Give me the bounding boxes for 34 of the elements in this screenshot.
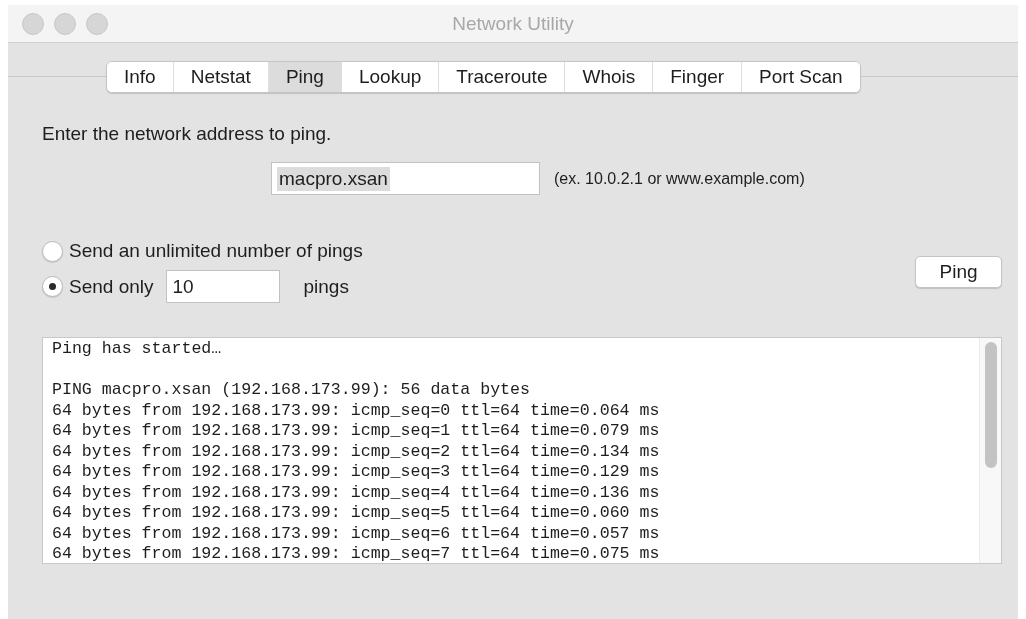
address-hint: (ex. 10.0.2.1 or www.example.com): [554, 169, 805, 188]
radio-button[interactable]: [42, 240, 63, 262]
output-line: Ping has started…: [52, 339, 223, 360]
scrollbar-track[interactable]: [979, 338, 1001, 563]
output-line: 64 bytes from 192.168.173.99: icmp_seq=6 ttl=64 time=0.057 ms: [52, 523, 661, 544]
tab[interactable]: Info: [107, 62, 173, 92]
radio-label[interactable]: Send an unlimited number of pings: [69, 240, 363, 262]
output-line: 64 bytes from 192.168.173.99: icmp_seq=0 ttl=64 time=0.064 ms: [52, 400, 661, 421]
tab[interactable]: Whois: [564, 62, 653, 92]
output-line: PING macpro.xsan (192.168.173.99): 56 data bytes: [52, 380, 531, 401]
ping-count-field[interactable]: 10: [165, 270, 280, 303]
address-field[interactable]: macpro.xsan: [271, 162, 540, 195]
window-title: Network Utility: [452, 12, 574, 35]
radio-button[interactable]: [42, 276, 63, 297]
pings-label: pings: [303, 275, 349, 298]
tab[interactable]: Finger: [652, 62, 742, 92]
tab[interactable]: Ping: [267, 62, 341, 92]
close-button[interactable]: [22, 12, 44, 35]
output-line: 64 bytes from 192.168.173.99: icmp_seq=5 ttl=64 time=0.060 ms: [52, 503, 661, 524]
output-line: 64 bytes from 192.168.173.99: icmp_seq=2 ttl=64 time=0.134 ms: [52, 441, 661, 462]
scrollbar-thumb[interactable]: [984, 342, 997, 468]
output-line: 64 bytes from 192.168.173.99: icmp_seq=1 ttl=64 time=0.079 ms: [52, 421, 661, 442]
tab[interactable]: Port Scan: [741, 62, 860, 92]
tab[interactable]: Traceroute: [438, 62, 565, 92]
instruction-text: Enter the network address to ping.: [42, 123, 333, 145]
ping-button[interactable]: Ping: [915, 256, 1002, 288]
tab[interactable]: Lookup: [340, 62, 439, 92]
output-line: 64 bytes from 192.168.173.99: icmp_seq=3 ttl=64 time=0.129 ms: [52, 462, 661, 483]
tab[interactable]: Netstat: [172, 62, 268, 92]
minimize-button[interactable]: [54, 12, 76, 35]
output-line: 64 bytes from 192.168.173.99: icmp_seq=7 ttl=64 time=0.075 ms: [52, 544, 661, 565]
output-line: 64 bytes from 192.168.173.99: icmp_seq=4 ttl=64 time=0.136 ms: [52, 482, 661, 503]
radio-label[interactable]: Send only: [69, 275, 154, 298]
zoom-button[interactable]: [86, 12, 108, 35]
